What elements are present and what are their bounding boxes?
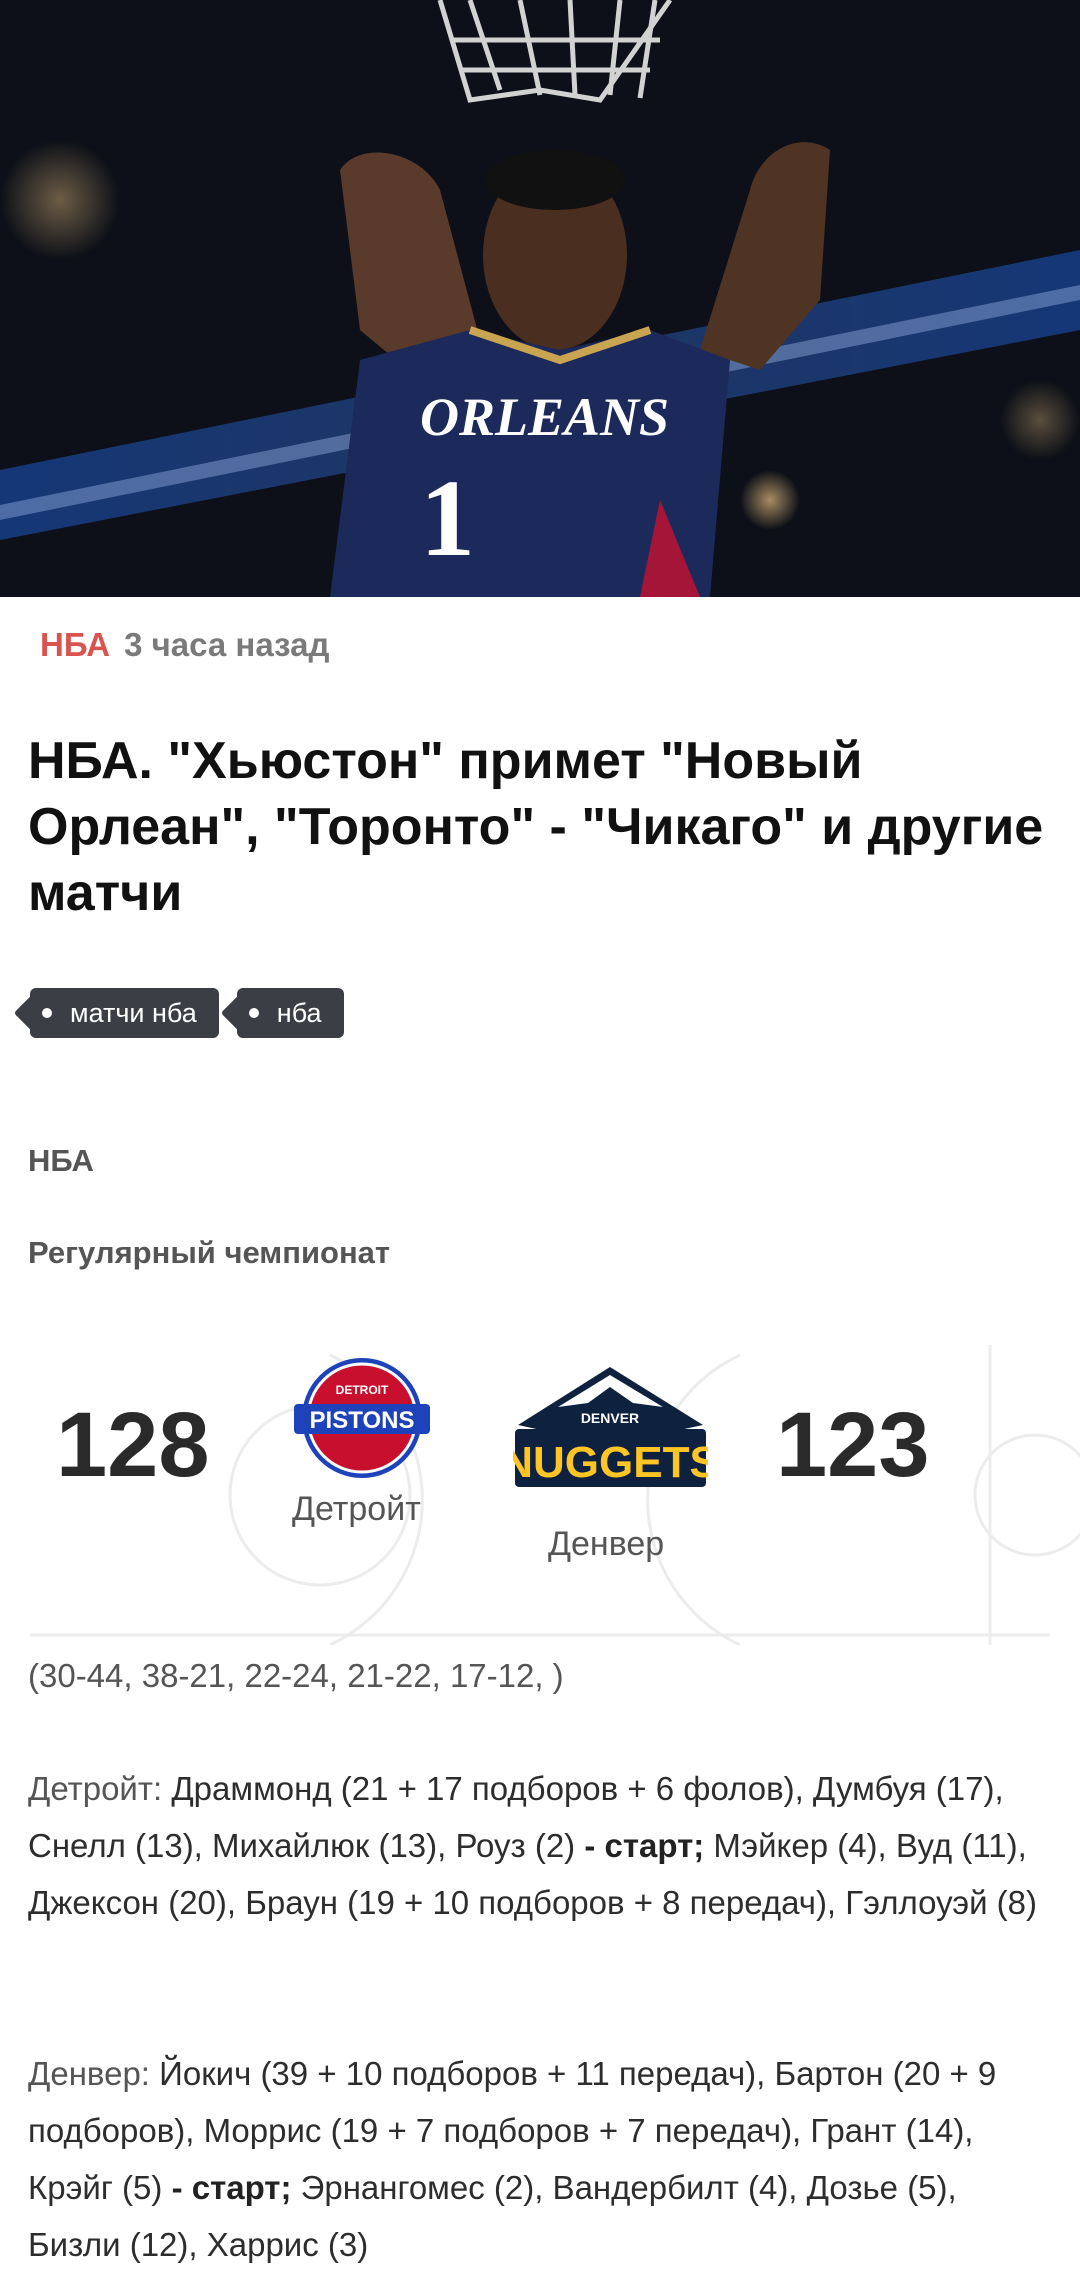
away-score: 123 [776, 1394, 930, 1496]
tag-dot-icon [248, 1008, 259, 1018]
pistons-logo-text: PISTONS [310, 1407, 415, 1434]
home-team-name: Детройт [292, 1490, 421, 1528]
category-link[interactable]: НБА [40, 626, 110, 663]
detroit-label: Детройт: [28, 1770, 163, 1807]
home-score: 128 [56, 1394, 210, 1496]
tag-list: матчи нба нба [30, 988, 344, 1038]
denver-start-mark: - старт; [171, 2169, 292, 2206]
tag-label: нба [276, 997, 322, 1028]
denver-lineup: Денвер: Йокич (39 + 10 подборов + 11 пер… [28, 2045, 1058, 2273]
nuggets-logo-text: NUGGETS [513, 1438, 708, 1487]
detroit-lineup: Детройт: Драммонд (21 + 17 подборов + 6 … [28, 1760, 1058, 1931]
nuggets-logo-top: DENVER [581, 1410, 639, 1426]
pistons-logo: DETROIT PISTONS [294, 1358, 430, 1478]
tag-dot-icon [42, 1008, 52, 1018]
tag-nba[interactable]: нба [236, 988, 344, 1038]
jersey-text: ORLEANS [420, 387, 669, 447]
jersey-number: 1 [420, 457, 475, 579]
away-team-name: Денвер [548, 1525, 665, 1563]
pistons-logo-top: DETROIT [336, 1383, 389, 1397]
detroit-start-mark: - старт; [584, 1827, 705, 1864]
match-score-block[interactable]: 128 DETROIT PISTONS Детройт DENVER NUGGE… [0, 1345, 1080, 1645]
article-title: НБА. "Хьюстон" примет "Новый Орлеан", "Т… [28, 732, 1044, 922]
stage-heading: Регулярный чемпионат [28, 1235, 391, 1270]
article-meta: НБА 3 часа назад [40, 626, 329, 664]
hero-image: ORLEANS 1 [0, 0, 1080, 597]
denver-label: Денвер: [28, 2055, 150, 2092]
time-ago: 3 часа назад [124, 626, 330, 663]
player-dunk-photo: ORLEANS 1 [0, 0, 1080, 597]
tag-label: матчи нба [70, 997, 197, 1028]
quarter-scores: (30-44, 38-21, 22-24, 21-22, 17-12, ) [28, 1657, 564, 1694]
league-heading: НБА [28, 1143, 94, 1178]
nuggets-logo: DENVER NUGGETS [513, 1367, 708, 1487]
tag-matchi-nba[interactable]: матчи нба [30, 988, 219, 1038]
